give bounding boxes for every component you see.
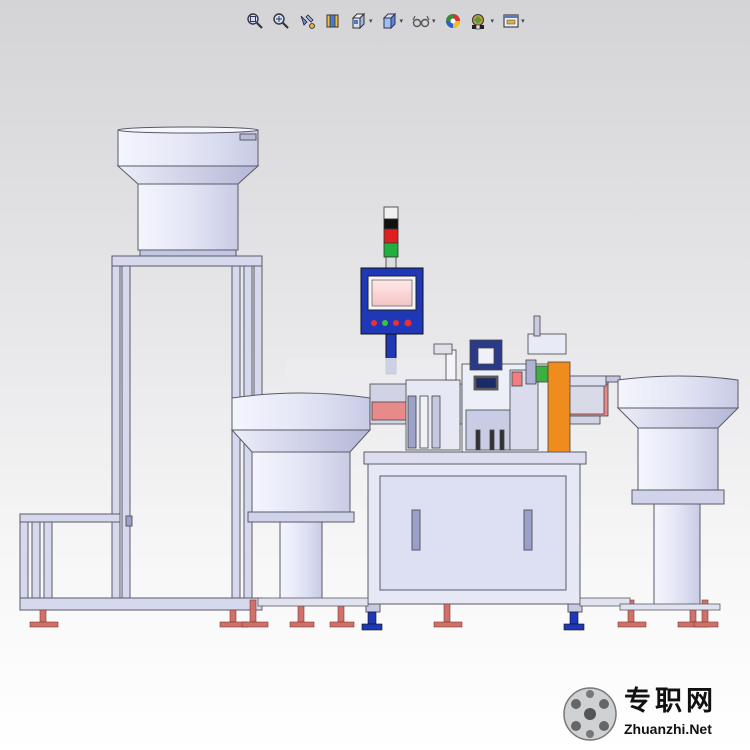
- middle-vibratory-bowl: [230, 392, 372, 603]
- chevron-down-icon: ▾: [369, 16, 373, 25]
- view-orientation-icon: [351, 12, 366, 30]
- watermark-chinese-text: 专职网: [624, 686, 717, 717]
- scene-icon: [471, 14, 484, 30]
- hide-show-icon: [412, 15, 430, 28]
- assembly-model-drawing: [19, 126, 740, 631]
- site-watermark: 专职网 Zhuanzhi.Net: [562, 684, 742, 744]
- chevron-down-icon: ▾: [521, 16, 525, 25]
- appearance-icon: [445, 14, 460, 28]
- previous-view-button[interactable]: [296, 11, 318, 31]
- edit-appearance-button[interactable]: [442, 11, 464, 31]
- section-view-button[interactable]: [322, 11, 344, 31]
- soccer-ball-logo-icon: [563, 687, 617, 741]
- chevron-down-icon: ▾: [399, 16, 404, 25]
- graphics-viewport[interactable]: [0, 40, 750, 640]
- view-settings-icon: [503, 14, 519, 28]
- hide-show-items-button[interactable]: ▾: [409, 11, 438, 31]
- machine-base-cabinet: [363, 451, 587, 613]
- view-orientation-button[interactable]: ▾: [348, 11, 375, 31]
- zoom-fit-icon: [247, 13, 263, 29]
- display-style-button[interactable]: ▾: [379, 11, 406, 31]
- zoom-to-area-button[interactable]: [270, 11, 292, 31]
- assembly-mechanism: [369, 315, 609, 461]
- chevron-down-icon: ▾: [432, 16, 436, 25]
- left-tall-frame: [19, 255, 263, 611]
- zoom-area-icon: [273, 13, 289, 29]
- apply-scene-button[interactable]: ▾: [468, 11, 497, 31]
- signal-tower: [383, 206, 399, 270]
- section-view-icon: [326, 14, 339, 28]
- machine-leveling-feet: [361, 611, 585, 631]
- chevron-down-icon: ▾: [490, 16, 495, 25]
- watermark-url-text: Zhuanzhi.Net: [624, 721, 712, 737]
- heads-up-view-toolbar: ▾ ▾ ▾ ▾ ▾: [244, 8, 527, 34]
- previous-view-icon: [300, 14, 315, 29]
- view-settings-button[interactable]: ▾: [500, 11, 527, 31]
- left-top-vibratory-bowl: [116, 126, 260, 257]
- display-style-icon: [382, 12, 396, 30]
- zoom-to-fit-button[interactable]: [244, 11, 266, 31]
